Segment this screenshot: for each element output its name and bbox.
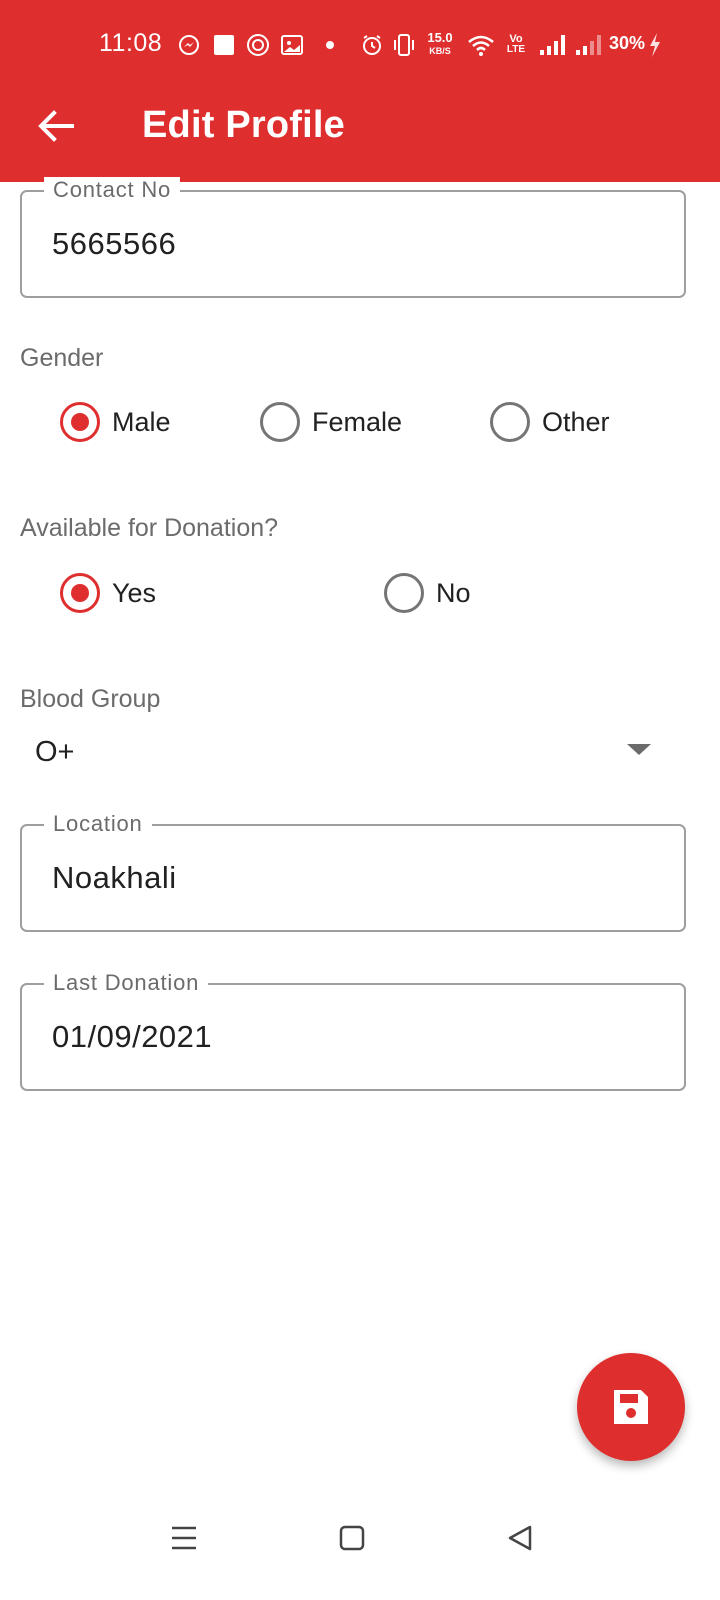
messenger-icon: [177, 32, 201, 58]
gender-option-label: Other: [542, 406, 610, 437]
arrow-left-icon: [38, 110, 74, 142]
volte-bottom: LTE: [506, 44, 526, 55]
status-bar: 11:08 15.0 KB/S Vo LTE 30%: [0, 0, 720, 90]
location-value[interactable]: Noakhali: [52, 860, 177, 896]
gender-radio-female[interactable]: Female: [260, 400, 402, 444]
radio-checked-icon[interactable]: [60, 402, 100, 442]
blood-group-dropdown[interactable]: O+: [20, 722, 686, 780]
back-nav-button[interactable]: [490, 1508, 550, 1568]
caret-down-icon: [627, 744, 651, 755]
donation-radio-yes[interactable]: Yes: [60, 571, 156, 615]
donation-option-label: No: [436, 577, 471, 608]
app-notification-icon: [245, 32, 271, 58]
donation-radio-no[interactable]: No: [384, 571, 471, 615]
save-button[interactable]: [577, 1353, 685, 1461]
contact-field[interactable]: Contact No 5665566: [20, 177, 686, 298]
net-speed-value: 15.0: [427, 30, 453, 45]
signal-icon: [538, 32, 568, 58]
menu-icon: [172, 1526, 196, 1550]
gallery-icon: [279, 32, 305, 58]
gender-radio-other[interactable]: Other: [490, 400, 610, 444]
contact-label: Contact No: [44, 177, 181, 203]
gender-option-label: Male: [112, 406, 171, 437]
volte-top: Vo: [509, 33, 523, 45]
donation-label: Available for Donation?: [20, 514, 279, 542]
save-icon: [614, 1390, 648, 1424]
net-speed-unit: KB/S: [429, 46, 451, 56]
blood-group-value: O+: [35, 736, 75, 768]
page-title: Edit Profile: [142, 104, 345, 146]
gender-option-label: Female: [312, 406, 403, 437]
alarm-icon: [360, 32, 384, 58]
back-icon: [508, 1525, 532, 1551]
square-notification-icon: [212, 32, 236, 58]
dot-icon: [324, 32, 336, 58]
radio-unchecked-icon[interactable]: [260, 402, 300, 442]
home-icon: [339, 1525, 365, 1551]
home-button[interactable]: [322, 1508, 382, 1568]
location-label: Location: [44, 811, 152, 837]
radio-unchecked-icon[interactable]: [384, 573, 424, 613]
signal-weak-icon: [574, 32, 604, 58]
vibrate-icon: [391, 32, 417, 58]
radio-unchecked-icon[interactable]: [490, 402, 530, 442]
location-field[interactable]: Location Noakhali: [20, 811, 686, 932]
battery-level: 30%: [609, 33, 646, 53]
menu-button[interactable]: [154, 1508, 214, 1568]
wifi-icon: [466, 32, 496, 58]
status-time: 11:08: [99, 29, 163, 57]
last-donation-field[interactable]: Last Donation 01/09/2021: [20, 970, 686, 1091]
last-donation-value[interactable]: 01/09/2021: [52, 1019, 212, 1055]
last-donation-label: Last Donation: [44, 970, 209, 996]
blood-group-label: Blood Group: [20, 685, 161, 713]
back-button[interactable]: [34, 104, 78, 148]
gender-label: Gender: [20, 344, 104, 372]
contact-value[interactable]: 5665566: [52, 226, 176, 262]
charging-icon: [648, 32, 662, 58]
donation-option-label: Yes: [112, 577, 157, 608]
gender-radio-male[interactable]: Male: [60, 400, 171, 444]
radio-checked-icon[interactable]: [60, 573, 100, 613]
system-nav-bar: [0, 1488, 720, 1600]
